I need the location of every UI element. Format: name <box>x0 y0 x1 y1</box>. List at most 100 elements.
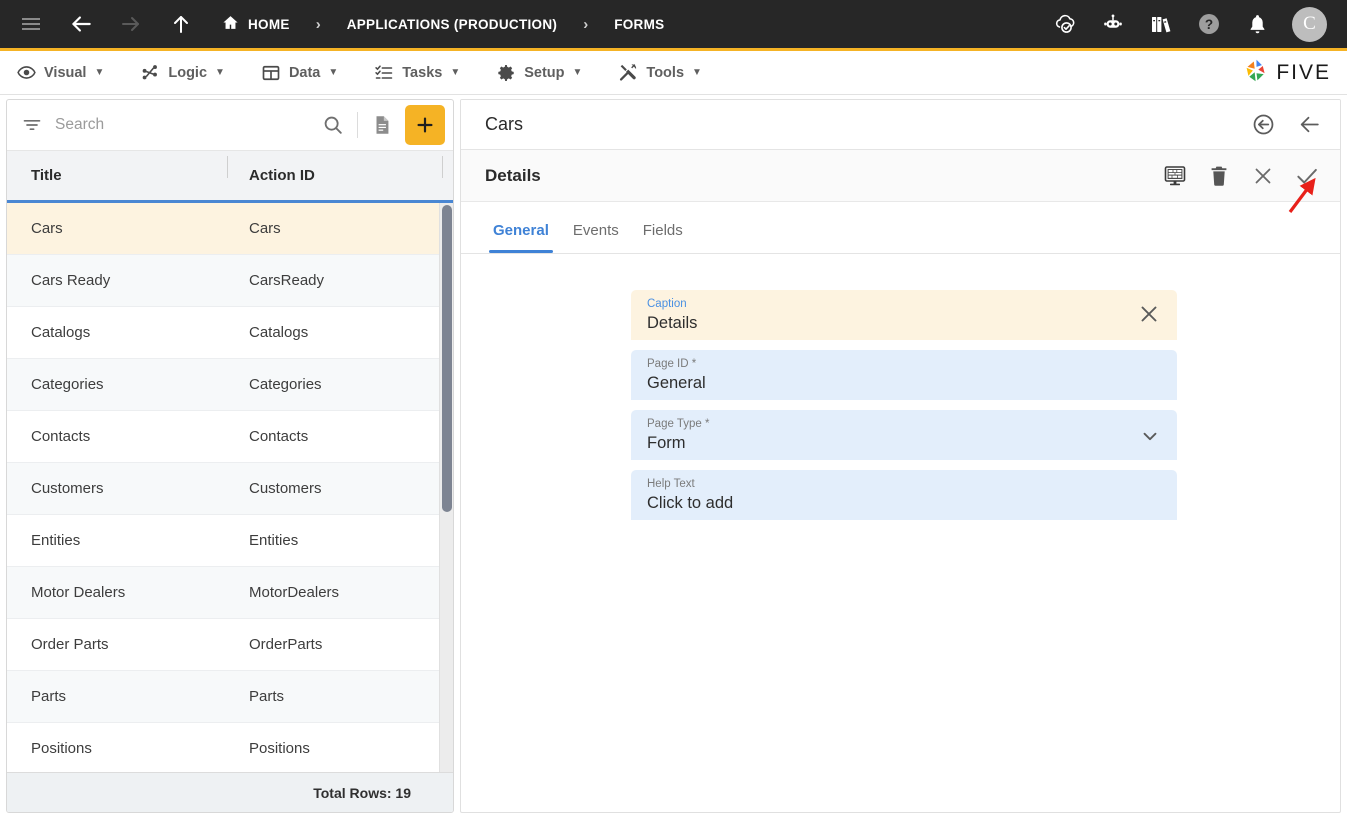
table-row[interactable]: Contacts Contacts <box>7 411 453 463</box>
forms-list-panel: Title Action ID Cars Cars Cars Ready CarsRe… <box>6 99 454 813</box>
delete-trash-icon[interactable] <box>1204 161 1234 191</box>
field-list: Caption Details Page ID * General Page Type … <box>631 290 1177 520</box>
chevron-down-icon: ▼ <box>94 67 105 78</box>
list-table-body: Cars Cars Cars Ready CarsReady Catalogs Catal… <box>7 203 453 772</box>
menu-item-setup[interactable]: Setup ▼ <box>496 63 582 83</box>
menu-item-tools[interactable]: Tools ▼ <box>618 63 702 83</box>
document-icon[interactable] <box>369 112 395 138</box>
menu-item-tasks[interactable]: Tasks ▼ <box>374 63 460 83</box>
table-row[interactable]: Categories Categories <box>7 359 453 411</box>
add-form-button[interactable] <box>405 105 445 145</box>
hamburger-menu-icon[interactable] <box>18 11 44 37</box>
field-value[interactable]: Details <box>647 311 1161 335</box>
save-check-icon[interactable] <box>1292 161 1322 191</box>
help-icon[interactable]: ? <box>1196 11 1222 37</box>
column-header-title[interactable]: Title <box>7 167 241 184</box>
cell-title: Entities <box>31 532 81 549</box>
search-toolbar <box>7 100 453 151</box>
cell-action-id: Entities <box>249 532 299 549</box>
tab-general[interactable]: General <box>481 222 561 253</box>
menu-label-visual: Visual <box>44 64 87 81</box>
menu-label-tasks: Tasks <box>402 64 443 81</box>
clear-x-icon[interactable] <box>1137 302 1161 331</box>
display-preview-icon[interactable] <box>1160 161 1190 191</box>
cell-action-id: CarsReady <box>249 272 325 289</box>
cell-title: Parts <box>31 688 67 705</box>
five-logo: FIVE <box>1243 57 1347 89</box>
eye-icon <box>16 63 36 83</box>
table-row[interactable]: Cars Cars <box>7 203 453 255</box>
breadcrumb: HOME › APPLICATIONS (PRODUCTION) › FORMS <box>222 14 664 34</box>
field-label: Caption <box>647 298 687 310</box>
revert-circle-arrow-icon[interactable] <box>1248 110 1278 140</box>
breadcrumb-item-home[interactable]: HOME <box>222 14 290 34</box>
form-field[interactable]: Caption Details <box>631 290 1177 340</box>
tasks-checklist-icon <box>374 63 394 83</box>
panel-header-actions <box>1248 110 1324 140</box>
table-row[interactable]: Entities Entities <box>7 515 453 567</box>
notifications-bell-icon[interactable] <box>1244 11 1270 37</box>
breadcrumb-item-applications[interactable]: APPLICATIONS (PRODUCTION) <box>347 17 558 32</box>
back-arrow-icon[interactable] <box>68 11 94 37</box>
toolbar-divider <box>357 112 358 138</box>
table-row[interactable]: Positions Positions <box>7 723 453 772</box>
table-row[interactable]: Cars Ready CarsReady <box>7 255 453 307</box>
data-grid-icon <box>261 63 281 83</box>
tab-fields[interactable]: Fields <box>631 222 695 253</box>
table-row[interactable]: Motor Dealers MotorDealers <box>7 567 453 619</box>
cell-action-id: Categories <box>249 376 322 393</box>
tab-events[interactable]: Events <box>561 222 631 253</box>
five-logo-mark <box>1243 57 1270 89</box>
list-scrollbar-thumb[interactable] <box>442 205 452 512</box>
breadcrumb-label-forms: FORMS <box>614 16 665 32</box>
table-row[interactable]: Parts Parts <box>7 671 453 723</box>
page-title: Cars <box>485 114 524 134</box>
back-arrow-icon[interactable] <box>1294 110 1324 140</box>
breadcrumb-separator: › <box>315 15 321 33</box>
robot-assistant-icon[interactable] <box>1100 11 1126 37</box>
table-row[interactable]: Order Parts OrderParts <box>7 619 453 671</box>
field-label: Page Type * <box>647 418 710 430</box>
module-menu-bar: Visual ▼ Logic ▼ Data ▼ Tasks ▼ Setup ▼ … <box>0 51 1347 95</box>
books-library-icon[interactable] <box>1148 11 1174 37</box>
cell-action-id: Parts <box>249 688 285 705</box>
cell-title: Motor Dealers <box>31 584 126 601</box>
avatar[interactable]: C <box>1292 6 1327 42</box>
cell-title: Catalogs <box>31 324 91 341</box>
menu-item-logic[interactable]: Logic ▼ <box>140 63 225 83</box>
chevron-down-icon[interactable] <box>1139 425 1161 452</box>
field-value[interactable]: Form <box>647 431 1161 455</box>
field-value[interactable]: General <box>647 371 1161 395</box>
menu-item-visual[interactable]: Visual ▼ <box>16 63 104 83</box>
cell-action-id: OrderParts <box>249 636 323 653</box>
up-arrow-icon[interactable] <box>168 11 194 37</box>
breadcrumb-item-forms[interactable]: FORMS <box>614 17 664 32</box>
menu-label-tools: Tools <box>646 64 685 81</box>
column-header-action-id[interactable]: Action ID <box>227 156 453 184</box>
cloud-check-icon[interactable] <box>1052 11 1078 37</box>
close-x-icon[interactable] <box>1248 161 1278 191</box>
table-row[interactable]: Catalogs Catalogs <box>7 307 453 359</box>
form-field[interactable]: Page ID * General <box>631 350 1177 400</box>
details-panel-header: Cars <box>461 100 1340 150</box>
top-navigation-bar: HOME › APPLICATIONS (PRODUCTION) › FORMS <box>0 0 1347 51</box>
search-icon[interactable] <box>320 112 346 138</box>
forward-arrow-icon[interactable] <box>118 11 144 37</box>
cell-title: Categories <box>31 376 104 393</box>
column-divider <box>227 156 228 178</box>
column-divider-2 <box>442 156 443 178</box>
list-scrollbar-track[interactable] <box>439 203 453 772</box>
form-field[interactable]: Help Text Click to add <box>631 470 1177 520</box>
field-value[interactable]: Click to add <box>647 491 1161 515</box>
table-row[interactable]: Customers Customers <box>7 463 453 515</box>
top-right-icon-group: ? C <box>1052 6 1347 42</box>
logic-nodes-icon <box>140 63 160 83</box>
form-field[interactable]: Page Type * Form <box>631 410 1177 460</box>
cell-title: Cars <box>31 220 63 237</box>
breadcrumb-label-applications: APPLICATIONS (PRODUCTION) <box>346 16 558 32</box>
list-table-header: Title Action ID <box>7 151 453 203</box>
filter-icon[interactable] <box>21 114 43 136</box>
search-input[interactable] <box>43 116 320 134</box>
menu-item-data[interactable]: Data ▼ <box>261 63 338 83</box>
details-tabs: General Events Fields <box>461 202 1340 254</box>
